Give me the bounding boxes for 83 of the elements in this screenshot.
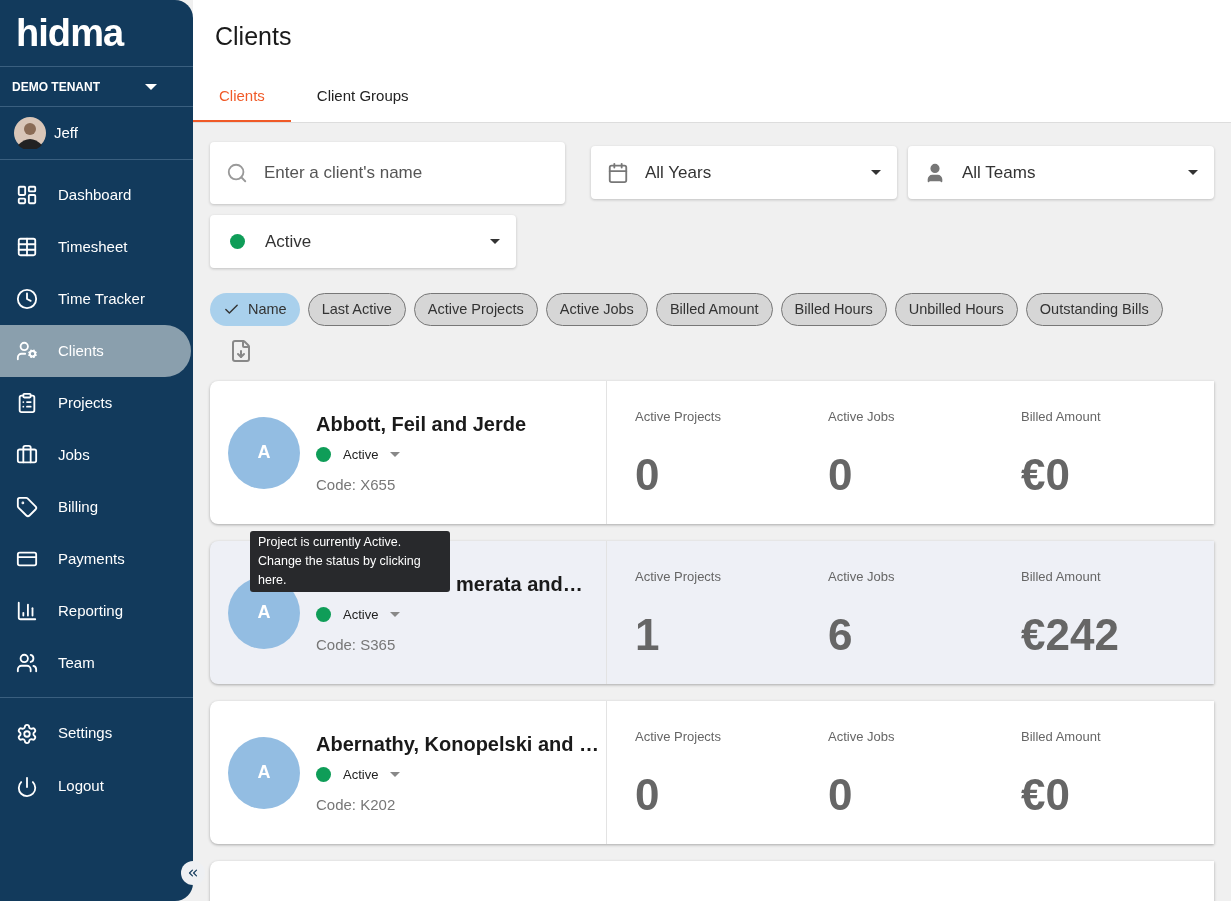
tag-icon [16, 496, 38, 518]
search-icon [226, 162, 248, 184]
client-code: Code: S365 [316, 635, 397, 655]
column-chip[interactable]: Active Jobs [545, 293, 648, 326]
bar-chart-icon [16, 600, 38, 622]
dashboard-icon [16, 184, 38, 206]
client-avatar: A [228, 736, 300, 809]
stat-label: Active Jobs [828, 408, 896, 426]
avatar [14, 117, 46, 149]
client-avatar: A [228, 416, 300, 489]
stat-value: 0 [635, 772, 661, 817]
user-name: Jeff [54, 122, 78, 143]
people-icon [16, 652, 38, 674]
status-dropdown[interactable]: Active [316, 604, 583, 624]
column-chip[interactable]: Billed Amount [655, 293, 773, 326]
column-chip[interactable]: Last Active [307, 293, 406, 326]
nav-item[interactable]: Billing [0, 481, 191, 533]
clock-icon [16, 288, 38, 310]
nav-item[interactable]: Projects [0, 377, 191, 429]
nav-item[interactable]: Jobs [0, 429, 191, 481]
stat-label: Billed Amount [1021, 728, 1102, 746]
stat-value: €242 [1021, 612, 1120, 657]
client-name: Abernathy, Konopelski and … [316, 731, 599, 757]
table-icon [16, 236, 38, 258]
status-dropdown[interactable]: Active [316, 764, 599, 784]
client-name: Abbott, Feil and Jerde [316, 411, 527, 437]
nav-item[interactable]: Dashboard [0, 169, 191, 221]
nav-item[interactable]: Payments [0, 533, 191, 585]
file-download-icon [229, 339, 253, 363]
person-icon [16, 340, 38, 362]
logo: hidma [16, 14, 124, 52]
nav-item[interactable]: Team [0, 637, 191, 689]
client-card[interactable]: A Abernathy, Konopelski and … Active Code: K202 Active Projects 0 Active Jobs 0 Billed Amount €0 [210, 701, 1214, 844]
nav-item[interactable]: Reporting [0, 585, 191, 637]
clipboard-icon [16, 392, 38, 414]
nav-item[interactable]: Logout [0, 760, 193, 813]
caret-icon [390, 611, 401, 617]
client-code: Code: K202 [316, 795, 397, 815]
stat-label: Billed Amount [1021, 568, 1102, 586]
stat-value: 0 [828, 772, 854, 817]
stat-value: €0 [1021, 772, 1071, 817]
settings-icon [16, 722, 38, 745]
status-filter[interactable]: Active [210, 215, 516, 268]
tab[interactable]: Client Groups [290, 72, 435, 122]
caret-icon [490, 239, 500, 244]
caret-icon [390, 771, 401, 777]
stat-value: 0 [828, 452, 854, 497]
client-code: Code: X655 [316, 475, 397, 495]
briefcase-icon [16, 444, 38, 466]
stat-value: 1 [635, 612, 661, 657]
search-input[interactable]: Enter a client's name [264, 160, 485, 186]
stat-label: Active Projects [635, 728, 722, 746]
stat-value: 0 [635, 452, 661, 497]
power-icon [16, 775, 38, 798]
caret-icon [871, 170, 881, 175]
search-field[interactable]: Enter a client's name [210, 142, 565, 204]
stat-label: Active Jobs [828, 568, 896, 586]
page-title: Clients [214, 21, 293, 52]
caret-icon [1188, 170, 1198, 175]
column-chip[interactable]: Unbilled Hours [894, 293, 1018, 326]
column-chip[interactable]: Name [210, 293, 300, 326]
stat-label: Active Jobs [828, 728, 896, 746]
stat-value: €0 [1021, 452, 1071, 497]
stat-label: Active Projects [635, 408, 722, 426]
stat-label: Active Projects [635, 568, 722, 586]
filter-dropdown[interactable]: All Teams [908, 146, 1214, 199]
nav-item[interactable]: Time Tracker [0, 273, 191, 325]
caret-icon [390, 451, 401, 457]
client-card[interactable]: A Abbott, Feil and Jerde Active Code: X655 Active Projects 0 Active Jobs 0 Billed Amount €0 [210, 381, 1214, 524]
calendar-icon [607, 161, 629, 184]
column-chip[interactable]: Billed Hours [780, 293, 887, 326]
column-chip[interactable]: Active Projects [413, 293, 538, 326]
nav-item[interactable]: Timesheet [0, 221, 191, 273]
status-dropdown[interactable]: Active [316, 444, 527, 464]
double-chevron-icon [186, 866, 200, 880]
stat-value: 6 [828, 612, 854, 657]
caret-icon [145, 83, 157, 90]
column-chip[interactable]: Outstanding Bills [1025, 293, 1163, 326]
nav-item[interactable]: Settings [0, 707, 193, 760]
filter-dropdown[interactable]: All Years [591, 146, 897, 199]
stat-label: Billed Amount [1021, 408, 1102, 426]
tooltip: Project is currently Active. Change the status by clicking here. [250, 531, 450, 592]
client-name: merata and… [456, 571, 583, 597]
